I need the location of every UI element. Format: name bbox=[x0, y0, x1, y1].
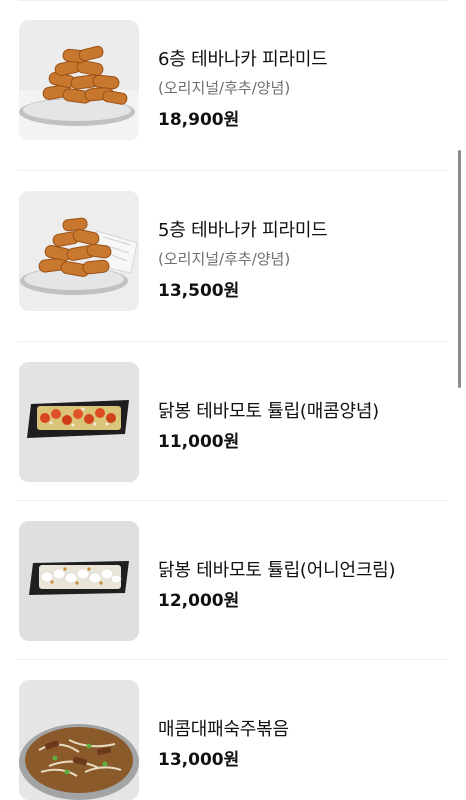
menu-item-description: (오리지널/후추/양념) bbox=[158, 250, 291, 268]
menu-item-name: 닭봉 테바모토 튤립(매콤양념) bbox=[158, 401, 380, 422]
menu-item-price: 11,000원 bbox=[158, 432, 240, 452]
menu-item-price: 13,500원 bbox=[158, 281, 240, 301]
menu-item-price: 13,000원 bbox=[158, 750, 240, 770]
menu-item-5f-tebanaka-pyramid[interactable]: 5층 테바나카 피라미드 (오리지널/후추/양념) 13,500원 bbox=[0, 171, 466, 342]
menu-item-image bbox=[19, 191, 139, 311]
menu-item-name: 6층 테바나카 피라미드 bbox=[158, 49, 328, 70]
menu-item-spicy-pork-sprout[interactable]: 매콤대패숙주볶음 13,000원 bbox=[0, 660, 466, 800]
menu-item-price: 12,000원 bbox=[158, 591, 240, 611]
menu-item-onion-cream-tulip[interactable]: 닭봉 테바모토 튤립(어니언크림) 12,000원 bbox=[0, 501, 466, 660]
menu-item-image bbox=[19, 680, 139, 800]
menu-item-spicy-tulip[interactable]: 닭봉 테바모토 튤립(매콤양념) 11,000원 bbox=[0, 342, 466, 501]
menu-item-6f-tebanaka-pyramid[interactable]: 6층 테바나카 피라미드 (오리지널/후추/양념) 18,900원 bbox=[0, 0, 466, 171]
menu-list: 6층 테바나카 피라미드 (오리지널/후추/양념) 18,900원 5층 테바나… bbox=[0, 0, 466, 800]
menu-item-name: 닭봉 테바모토 튤립(어니언크림) bbox=[158, 560, 396, 581]
menu-item-name: 5층 테바나카 피라미드 bbox=[158, 220, 328, 241]
menu-item-description: (오리지널/후추/양념) bbox=[158, 79, 291, 97]
menu-item-image bbox=[19, 362, 139, 482]
menu-item-image bbox=[19, 521, 139, 641]
vertical-scrollbar[interactable] bbox=[458, 150, 461, 388]
menu-item-name: 매콤대패숙주볶음 bbox=[158, 719, 289, 740]
menu-item-image bbox=[19, 20, 139, 140]
menu-item-price: 18,900원 bbox=[158, 110, 240, 130]
